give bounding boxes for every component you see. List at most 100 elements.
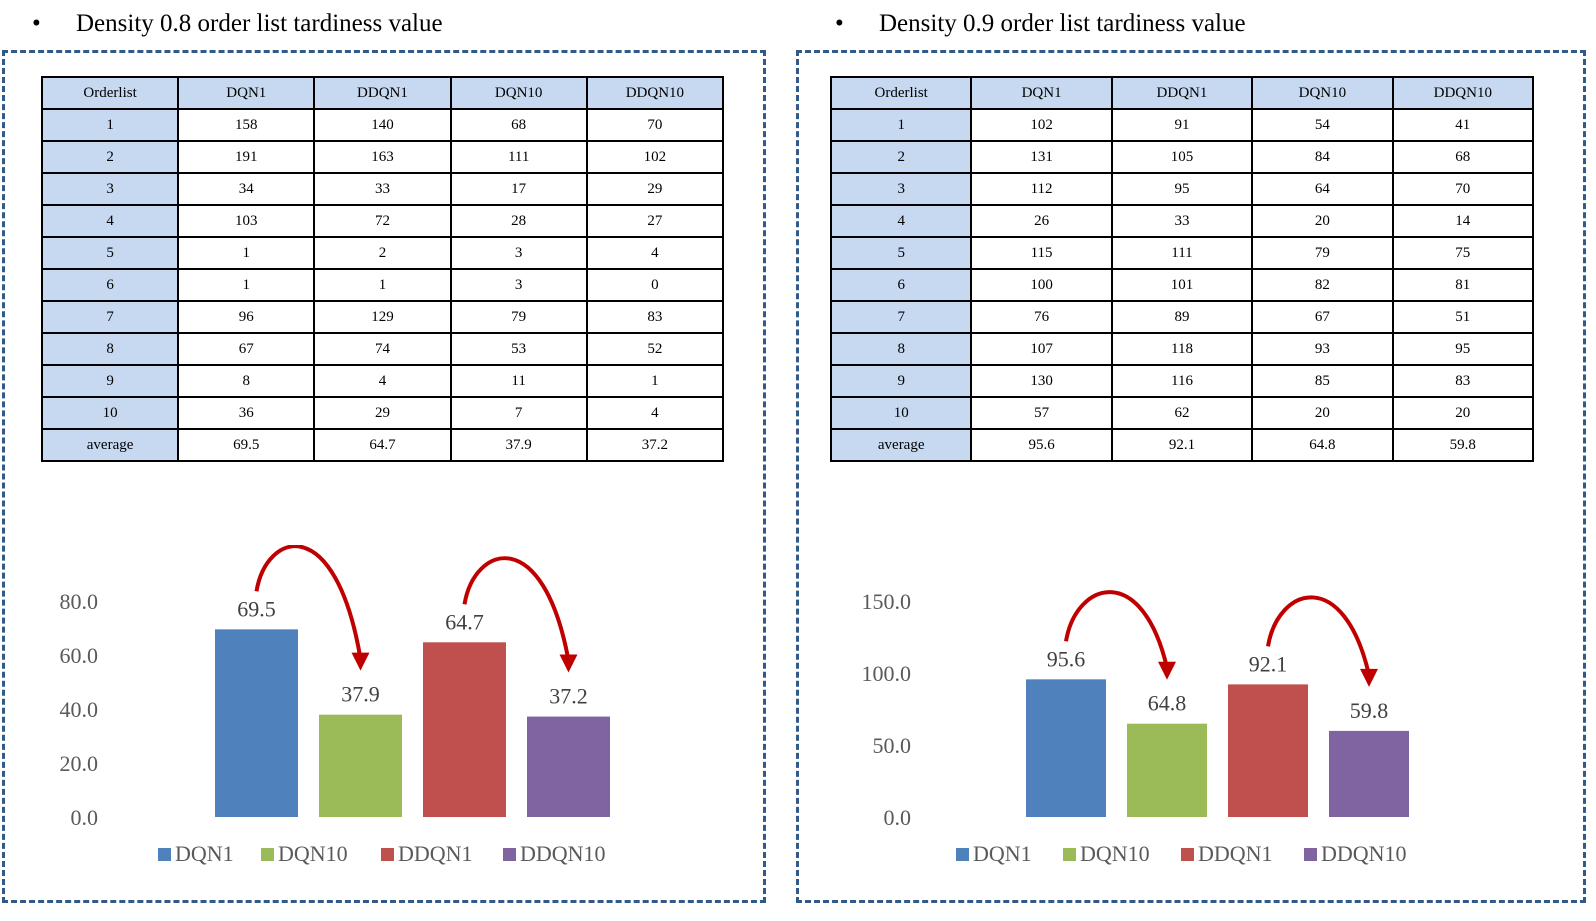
table-row: 7 76 89 67 51 [829, 300, 1535, 334]
table-header-row: Orderlist DQN1 DDQN1 DQN10 DDQN10 [829, 76, 1535, 110]
table-row: 5 115 111 79 75 [829, 236, 1535, 270]
table-cell: 95 [1110, 172, 1254, 206]
table-cell: 111 [1110, 236, 1254, 270]
column-header: DQN10 [449, 76, 588, 110]
row-label: 4 [40, 204, 180, 238]
row-label: 5 [829, 236, 973, 270]
row-label: 8 [829, 332, 973, 366]
bar [527, 716, 610, 817]
row-label: 7 [40, 300, 180, 334]
row-label: 2 [829, 140, 973, 174]
table-cell: 41 [1391, 108, 1535, 142]
table-cell: 20 [1391, 396, 1535, 430]
table-cell: 67 [177, 332, 316, 366]
legend-swatch [1181, 848, 1194, 861]
table-cell: 107 [970, 332, 1113, 366]
table-cell: 4 [585, 396, 725, 430]
legend-label: DQN1 [175, 841, 234, 866]
column-header: DQN10 [1251, 76, 1394, 110]
legend-swatch [956, 848, 969, 861]
table-cell: 130 [970, 364, 1113, 398]
legend-label: DQN10 [278, 841, 348, 866]
table-cell: 72 [313, 204, 452, 238]
table-cell: 34 [177, 172, 316, 206]
table-cell: 91 [1110, 108, 1254, 142]
table-cell: 75 [1391, 236, 1535, 270]
data-label: 37.2 [549, 684, 588, 709]
table-cell: 191 [177, 140, 316, 174]
table-cell: 158 [177, 108, 316, 142]
table-cell: 103 [177, 204, 316, 238]
table-cell: 105 [1110, 140, 1254, 174]
table-cell: 64.7 [313, 428, 452, 462]
tardiness-table: Orderlist DQN1 DDQN1 DQN10 DDQN10 1 102 91 54 41 2… [829, 76, 1535, 462]
bar [1228, 684, 1308, 817]
row-label: 1 [40, 108, 180, 142]
table-cell: 26 [970, 204, 1113, 238]
legend-label: DDQN1 [1198, 841, 1273, 866]
data-label: 59.8 [1350, 698, 1389, 723]
column-header: Orderlist [40, 76, 180, 110]
table-cell: 89 [1110, 300, 1254, 334]
table-cell: 27 [585, 204, 725, 238]
table-cell: 84 [1251, 140, 1394, 174]
table-cell: 112 [970, 172, 1113, 206]
arrowhead-icon [559, 654, 578, 673]
column-header: DDQN10 [585, 76, 725, 110]
legend-swatch [503, 848, 516, 861]
y-tick-label: 100.0 [862, 661, 912, 686]
row-label: 1 [829, 108, 973, 142]
table-cell: 11 [449, 364, 588, 398]
panel-heading-text: Density 0.9 order list tardiness value [879, 10, 1246, 37]
table-cell: 4 [585, 236, 725, 270]
table-row: 9 130 116 85 83 [829, 364, 1535, 398]
table-cell: 8 [177, 364, 316, 398]
table-cell: 3 [449, 268, 588, 302]
table-cell: 52 [585, 332, 725, 366]
table-cell: 92.1 [1110, 428, 1254, 462]
y-tick-label: 0.0 [71, 805, 99, 830]
bar [423, 642, 506, 817]
arrowhead-icon [1360, 668, 1378, 687]
bullet-icon: • [32, 10, 41, 37]
table-cell: 57 [970, 396, 1113, 430]
column-header: DDQN10 [1391, 76, 1535, 110]
data-label: 95.6 [1047, 646, 1086, 671]
table-cell: 102 [585, 140, 725, 174]
table-cell: 163 [313, 140, 452, 174]
table-cell: 33 [313, 172, 452, 206]
row-label: 7 [829, 300, 973, 334]
table-cell: 68 [449, 108, 588, 142]
bar-chart: 0.0 50.0 100.0 150.0 95.6 64.8 92.1 59.8 DQN1 DQN… [862, 589, 1409, 866]
panel-heading: • Density 0.8 order list tardiness value [32, 10, 443, 38]
panel-heading: • Density 0.9 order list tardiness value [835, 10, 1246, 38]
row-label: 10 [40, 396, 180, 430]
table-row: 61130 [40, 268, 725, 302]
table-cell: 20 [1251, 396, 1394, 430]
table-cell: 115 [970, 236, 1113, 270]
table-cell: 116 [1110, 364, 1254, 398]
table-row: 2 191 163 111 102 [40, 140, 725, 174]
bar [1026, 679, 1106, 817]
table-cell: 1 [177, 268, 316, 302]
table-cell: 79 [449, 300, 588, 334]
table-row: 4 26 33 20 14 [829, 204, 1535, 238]
legend-label: DDQN10 [1321, 841, 1407, 866]
y-tick-label: 80.0 [60, 589, 99, 614]
table-cell: 17 [449, 172, 588, 206]
table-cell: 20 [1251, 204, 1394, 238]
table-row: 4 103 72 28 27 [40, 204, 725, 238]
table-cell: 28 [449, 204, 588, 238]
bar [319, 714, 402, 817]
legend-label: DQN1 [973, 841, 1032, 866]
table-row: 7 96 129 79 83 [40, 300, 725, 334]
row-label: 6 [829, 268, 973, 302]
row-label: 6 [40, 268, 180, 302]
arrowhead-icon [1158, 661, 1176, 680]
table-cell: 95 [1391, 332, 1535, 366]
legend-label: DQN10 [1080, 841, 1150, 866]
table-row: average 95.6 92.1 64.8 59.8 [829, 428, 1535, 462]
table-cell: 29 [313, 396, 452, 430]
table-cell: 68 [1391, 140, 1535, 174]
table-row: 8 107 118 93 95 [829, 332, 1535, 366]
